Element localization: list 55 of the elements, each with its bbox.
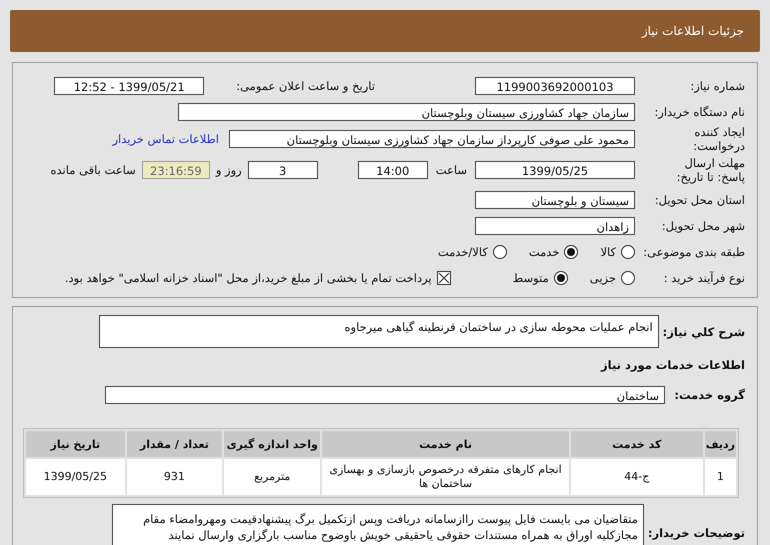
field-label: شهر محل تحویل:	[660, 219, 745, 233]
column-header: تاریخ نیاز	[26, 431, 125, 457]
field-label: ایجاد کننده درخواست:	[692, 125, 745, 153]
checkbox[interactable]	[436, 271, 451, 285]
section-heading: اطلاعات خدمات مورد نیاز	[601, 358, 745, 372]
table-cell: 1399/05/25	[26, 459, 125, 495]
radio-button[interactable]	[564, 245, 578, 259]
field-label: نام دستگاه خریدار:	[653, 105, 745, 119]
requester-field: محمود علی صوفی کارپرداز سازمان جهاد کشاورزی سیستان وبلوچستان	[229, 130, 635, 148]
date-field: 1399/05/25	[475, 161, 635, 179]
table-cell: 1	[704, 459, 736, 495]
field-label: ساعت	[436, 163, 467, 177]
field-label: مهلت ارسال پاسخ: تا تاریخ:	[676, 156, 745, 184]
contact-link[interactable]: اطلاعات تماس خریدار	[112, 132, 219, 146]
option-label: خدمت	[528, 245, 560, 259]
description-field: انجام عملیات محوطه سازی در ساختمان قرنطینه گیاهی میرجاوه	[98, 315, 659, 348]
days-field: 3	[248, 161, 318, 179]
service-group-field: ساختمان	[105, 386, 665, 404]
field-label: توضیحات خریدار:	[648, 526, 745, 540]
field-label: گروه خدمت:	[673, 388, 745, 402]
time-field: 14:00	[358, 161, 428, 179]
table-cell: مترمربع	[224, 459, 320, 495]
radio-button[interactable]	[492, 245, 507, 259]
need-number-field: 1199003692000103	[475, 77, 635, 95]
countdown-field: 23:16:59	[142, 161, 210, 179]
column-header: کد خدمت	[570, 431, 703, 457]
notes-field: متقاضیان می بایست فایل پیوست رااز‌سامانه دریافت وپس ازتکمیل برگ پیشنهادقیمت ومهروامضاء مقام مجازکلیه اوراق به همراه مستندات حقوقی یاحقیقی خویش باوضوح مناسب بارگزاری وارسال نمایند	[112, 504, 644, 545]
option-label: کالا/خدمت	[438, 245, 488, 259]
column-header: واحد اندازه گیری	[224, 431, 320, 457]
buyer-org-field: سازمان جهاد کشاورزی سیستان وبلوچستان	[178, 103, 635, 121]
field-label: ساعت باقی مانده	[50, 163, 136, 177]
province-field: سیستان و بلوچستان	[475, 191, 635, 209]
field-label: استان محل تحویل:	[654, 193, 745, 207]
field-label: شرح کلي نیاز:	[662, 325, 745, 339]
option-label: متوسط	[512, 271, 549, 285]
radio-button[interactable]	[621, 245, 635, 259]
option-label: کالا	[600, 245, 616, 259]
column-header: ردیف	[704, 431, 736, 457]
checkbox-label: پرداخت تمام یا بخشی از مبلغ خرید،از محل "اسناد خزانه اسلامی" خواهد بود.	[64, 271, 432, 285]
field-label: طبقه بندی موضوعی:	[642, 245, 745, 259]
field-label: تاریخ و ساعت اعلان عمومی:	[236, 79, 375, 93]
column-header: تعداد / مقدار	[126, 431, 222, 457]
date-field: 1399/05/21 - 12:52	[54, 77, 204, 95]
option-label: جزیی	[590, 271, 616, 285]
table-cell: انجام کارهای متفرقه درخصوص بازسازی و بهسازی ساختمان ها	[322, 459, 569, 495]
radio-button[interactable]	[621, 271, 635, 285]
radio-button[interactable]	[554, 271, 568, 285]
page-title: جزئیات اطلاعات نیاز	[642, 24, 744, 38]
city-field: زاهدان	[475, 217, 635, 235]
column-header: نام خدمت	[322, 431, 569, 457]
table-cell: 931	[126, 459, 222, 495]
field-label: نوع فرآیند خرید :	[662, 271, 745, 285]
field-label: روز و	[216, 163, 242, 177]
table-cell: ج-44	[570, 459, 703, 495]
field-label: شماره نیاز:	[689, 79, 745, 93]
